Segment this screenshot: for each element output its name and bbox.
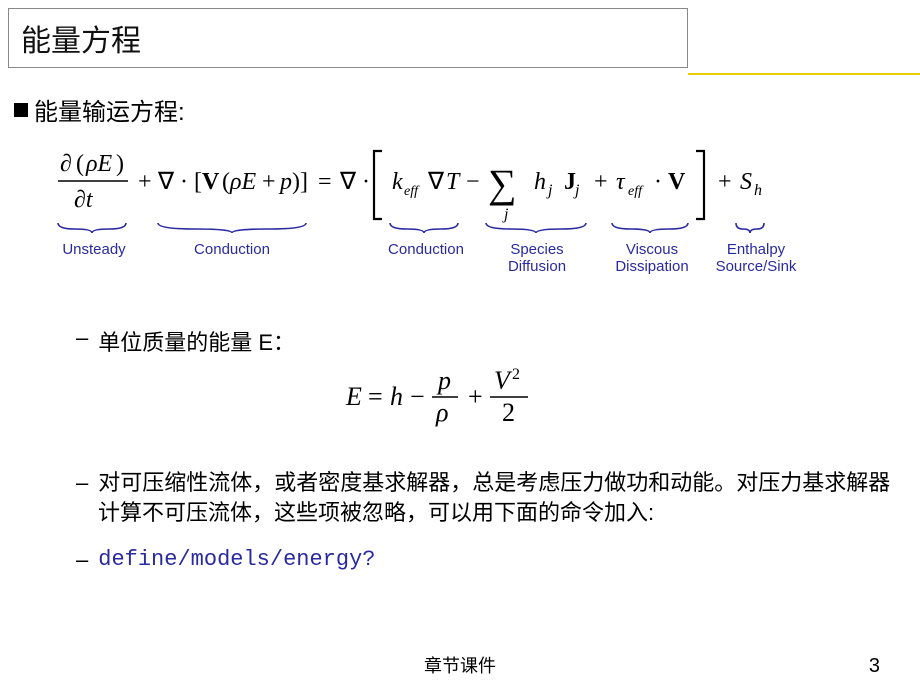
svg-text:·: · — [654, 169, 662, 195]
svg-text:j: j — [546, 182, 553, 199]
svg-text:+: + — [138, 169, 152, 195]
svg-text:−: − — [466, 169, 480, 195]
square-bullet-icon — [14, 103, 28, 117]
slide-title: 能量方程 — [21, 16, 141, 60]
annot-unsteady: Unsteady — [54, 241, 134, 258]
svg-text:S: S — [740, 169, 752, 195]
sub-item-1-text: 单位质量的能量 E： — [98, 325, 295, 357]
svg-text:∑: ∑ — [488, 161, 517, 206]
svg-text:+: + — [468, 382, 483, 411]
svg-text:ρE: ρE — [229, 169, 257, 195]
svg-text:(: ( — [76, 151, 84, 177]
svg-text:eff: eff — [628, 184, 644, 199]
page-number: 3 — [869, 655, 880, 678]
svg-text:): ) — [116, 151, 124, 177]
energy-per-mass-equation: E = h − p ρ + V 2 2 — [340, 365, 580, 429]
svg-text:p: p — [436, 366, 451, 395]
svg-text:=: = — [318, 169, 332, 195]
svg-text:∂: ∂ — [60, 151, 72, 177]
main-equation-area: ∂ ( ρE ) ∂t + ∇ · [ V ( ρE + p )] = ∇ · — [42, 145, 906, 325]
svg-text:V: V — [668, 169, 686, 195]
bullet-line-1: 能量输运方程: — [14, 92, 906, 127]
svg-text:h: h — [534, 169, 546, 195]
svg-text:2: 2 — [502, 398, 515, 427]
annot-conduction-2: Conduction — [376, 241, 476, 258]
svg-text:(: ( — [222, 169, 230, 195]
svg-text:∂t: ∂t — [74, 187, 94, 213]
svg-text:k: k — [392, 169, 403, 195]
sub-item-2: –对可压缩性流体，或者密度基求解器，总是考虑压力做功和动能。对压力基求解器计算不… — [76, 468, 906, 527]
svg-text:V: V — [494, 366, 513, 395]
bullet-1-text: 能量输运方程: — [34, 92, 185, 127]
svg-text:ρE: ρE — [85, 151, 113, 177]
underbrace-row — [42, 221, 902, 239]
dash-bullet: – — [76, 470, 88, 495]
sub-item-2-text: 对可压缩性流体，或者密度基求解器，总是考虑压力做功和动能。对压力基求解器计算不可… — [98, 470, 890, 525]
svg-text:+: + — [262, 169, 276, 195]
slide-content: 能量输运方程: ∂ ( ρE ) ∂t + ∇ · [ V ( ρE + p )… — [14, 92, 906, 581]
annot-species: Species Diffusion — [492, 241, 582, 276]
command-line: – define/models/energy? — [76, 547, 906, 573]
dash-bullet: – — [76, 547, 88, 573]
energy-equation: ∂ ( ρE ) ∂t + ∇ · [ V ( ρE + p )] = ∇ · — [42, 145, 902, 227]
sub-item-1: – 单位质量的能量 E： — [76, 325, 906, 357]
footer-label: 章节课件 — [0, 652, 920, 678]
svg-text:p: p — [278, 169, 292, 195]
svg-text:=: = — [368, 382, 383, 411]
svg-text:[: [ — [194, 169, 202, 195]
svg-text:ρ: ρ — [435, 398, 448, 427]
svg-text:∇: ∇ — [427, 169, 445, 195]
svg-text:T: T — [446, 169, 461, 195]
svg-text:E: E — [345, 382, 362, 411]
command-text: define/models/energy? — [98, 547, 375, 573]
dash-bullet: – — [76, 325, 88, 357]
svg-text:∇ ·: ∇ · — [157, 169, 188, 195]
svg-text:j: j — [573, 182, 580, 199]
annot-viscous: Viscous Dissipation — [602, 241, 702, 276]
svg-text:τ: τ — [616, 169, 626, 195]
svg-text:h: h — [390, 382, 403, 411]
svg-text:V: V — [202, 169, 220, 195]
slide-title-box: 能量方程 — [8, 8, 688, 68]
svg-text:+: + — [718, 169, 732, 195]
annot-enthalpy: Enthalpy Source/Sink — [706, 241, 806, 276]
svg-text:)]: )] — [292, 169, 308, 195]
svg-text:2: 2 — [512, 366, 520, 383]
accent-rule — [688, 73, 920, 75]
annot-conduction-1: Conduction — [182, 241, 282, 258]
energy-per-mass-equation-wrap: E = h − p ρ + V 2 2 — [14, 365, 906, 434]
svg-text:h: h — [754, 182, 762, 199]
svg-text:+: + — [594, 169, 608, 195]
svg-text:eff: eff — [404, 184, 420, 199]
svg-text:−: − — [410, 382, 425, 411]
svg-text:∇ ·: ∇ · — [339, 169, 370, 195]
